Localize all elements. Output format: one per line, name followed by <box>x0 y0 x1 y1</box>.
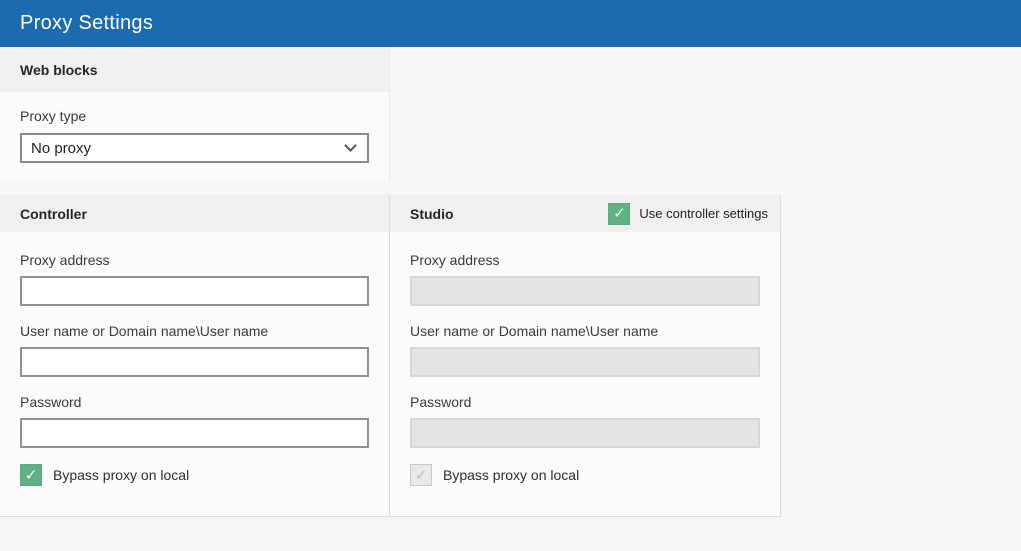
web-blocks-header: Web blocks <box>0 47 389 92</box>
dialog-titlebar: Proxy Settings <box>0 0 1021 47</box>
studio-title: Studio <box>410 205 454 222</box>
controller-user-name-input[interactable] <box>20 347 369 377</box>
controller-section: Controller Proxy address User name or Do… <box>0 195 390 517</box>
controller-password-input[interactable] <box>20 418 369 448</box>
studio-password-label: Password <box>410 394 472 410</box>
studio-bypass-checkbox: ✓ <box>410 464 432 486</box>
web-blocks-section: Web blocks Proxy type No proxy <box>0 47 390 180</box>
studio-proxy-address-label: Proxy address <box>410 252 500 268</box>
use-controller-settings-row: ✓ Use controller settings <box>608 202 768 225</box>
use-controller-settings-label: Use controller settings <box>639 206 768 221</box>
studio-password-input <box>410 418 760 448</box>
proxy-type-selected-value: No proxy <box>31 139 92 157</box>
chevron-down-icon <box>344 139 357 152</box>
check-icon: ✓ <box>414 466 428 484</box>
check-icon: ✓ <box>24 466 38 484</box>
controller-bypass-label: Bypass proxy on local <box>53 467 190 483</box>
controller-header: Controller <box>0 195 389 232</box>
proxy-settings-window: Proxy Settings Web blocks Proxy type No … <box>0 0 1021 551</box>
check-icon: ✓ <box>613 205 626 222</box>
studio-section: Studio ✓ Use controller settings Proxy a… <box>390 195 781 517</box>
controller-proxy-address-label: Proxy address <box>20 252 110 268</box>
proxy-type-select[interactable]: No proxy <box>20 133 369 163</box>
controller-password-label: Password <box>20 394 82 410</box>
studio-user-name-label: User name or Domain name\User name <box>410 323 659 339</box>
studio-header: Studio ✓ Use controller settings <box>390 195 780 232</box>
proxy-type-label: Proxy type <box>20 108 87 124</box>
controller-user-name-label: User name or Domain name\User name <box>20 323 269 339</box>
use-controller-settings-checkbox[interactable]: ✓ <box>608 202 631 225</box>
studio-user-name-input <box>410 347 760 377</box>
page-title: Proxy Settings <box>20 12 154 34</box>
controller-bypass-row: ✓ Bypass proxy on local <box>20 464 369 486</box>
controller-bypass-checkbox[interactable]: ✓ <box>20 464 42 486</box>
studio-proxy-address-input <box>410 276 760 306</box>
controller-body: Proxy address User name or Domain name\U… <box>0 252 389 486</box>
controller-proxy-address-input[interactable] <box>20 276 369 306</box>
studio-bypass-label: Bypass proxy on local <box>443 467 580 483</box>
web-blocks-body: Proxy type No proxy <box>0 108 389 163</box>
web-blocks-title: Web blocks <box>20 61 98 78</box>
controller-title: Controller <box>20 205 87 222</box>
studio-body: Proxy address User name or Domain name\U… <box>390 252 780 486</box>
studio-bypass-row: ✓ Bypass proxy on local <box>410 464 760 486</box>
